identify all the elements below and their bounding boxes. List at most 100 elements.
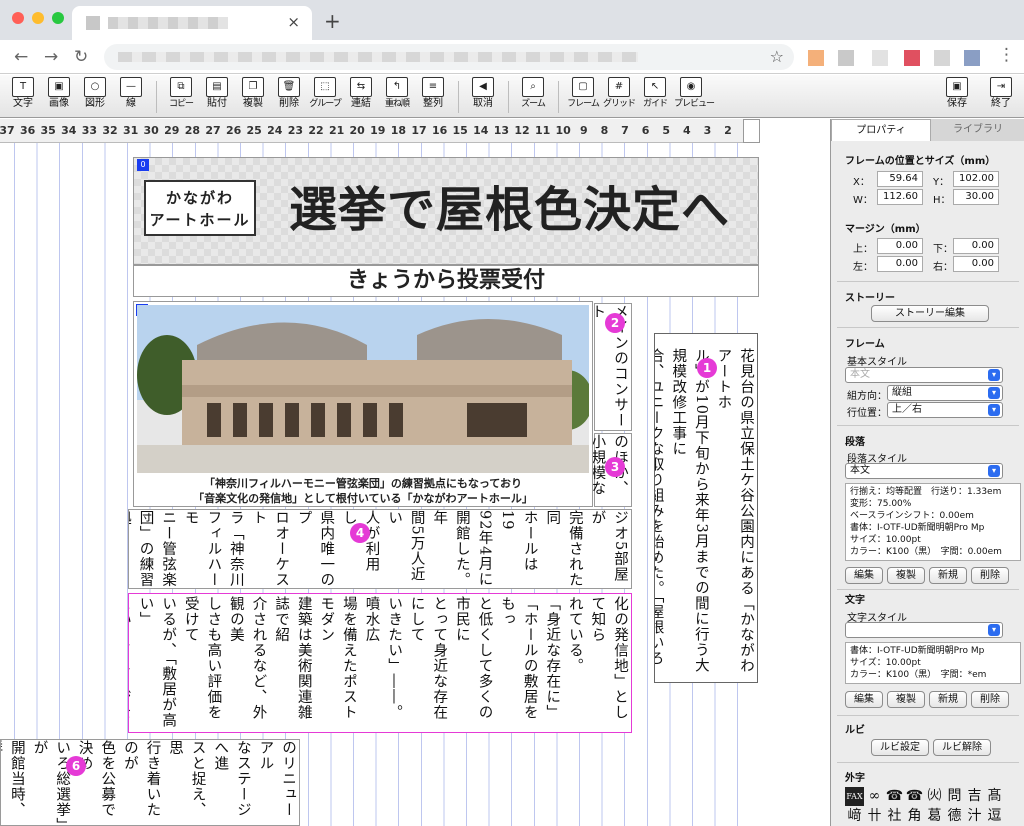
duplicate-icon: ❐ bbox=[242, 77, 264, 97]
h-input[interactable]: 30.00 bbox=[953, 189, 999, 205]
gaiji-character[interactable]: 﨑 bbox=[845, 807, 864, 826]
extension-icon[interactable] bbox=[904, 50, 920, 66]
gaiji-character[interactable]: 吉 bbox=[965, 787, 984, 806]
paragraph-new-button[interactable]: 新規 bbox=[929, 567, 967, 584]
paragraph-style-select[interactable]: 本文 ▾ bbox=[845, 463, 1003, 479]
extension-icon[interactable] bbox=[838, 50, 854, 66]
paragraph-edit-button[interactable]: 編集 bbox=[845, 567, 883, 584]
gaiji-character[interactable]: ㈫ bbox=[925, 787, 944, 806]
delete-button[interactable]: 🗑 削除 bbox=[272, 77, 306, 117]
grid-toggle-button[interactable]: # グリッド bbox=[602, 77, 636, 117]
cursor-icon: ↖ bbox=[644, 77, 666, 97]
margin-left-input[interactable]: 0.00 bbox=[877, 256, 923, 272]
paste-button[interactable]: ▤ 貼付 bbox=[200, 77, 234, 117]
save-button[interactable]: ▣ 保存 bbox=[940, 77, 974, 117]
close-tab-icon[interactable]: × bbox=[287, 13, 300, 31]
toolbar-divider bbox=[558, 81, 559, 113]
new-tab-button[interactable]: + bbox=[324, 9, 341, 33]
character-style-select[interactable]: ▾ bbox=[845, 622, 1003, 638]
exit-button[interactable]: ⇥ 終了 bbox=[984, 77, 1018, 117]
url-field[interactable]: ☆ bbox=[104, 44, 794, 70]
extension-icon[interactable] bbox=[872, 50, 888, 66]
preview-button[interactable]: ◉ プレビュー bbox=[674, 77, 715, 117]
frame-toggle-button[interactable]: ▢ フレーム bbox=[566, 77, 600, 117]
gaiji-character[interactable]: 問 bbox=[945, 787, 964, 806]
story-marker-6: 6 bbox=[66, 756, 86, 776]
line-position-select[interactable]: 上／右 ▾ bbox=[887, 402, 1003, 418]
gaiji-character[interactable]: 髙 bbox=[985, 787, 1004, 806]
margin-right-input[interactable]: 0.00 bbox=[953, 256, 999, 272]
group-icon: ⬚ bbox=[314, 77, 336, 97]
character-edit-button[interactable]: 編集 bbox=[845, 691, 883, 708]
character-duplicate-button[interactable]: 複製 bbox=[887, 691, 925, 708]
base-style-select[interactable]: 本文 ▾ bbox=[845, 367, 1003, 383]
back-icon[interactable]: ← bbox=[14, 47, 28, 67]
browser-tab[interactable]: × bbox=[72, 6, 312, 40]
subhead-frame[interactable]: きょうから投票受付 bbox=[133, 265, 759, 297]
ruby-clear-button[interactable]: ルビ解除 bbox=[933, 739, 991, 756]
frame-subsection: フレーム bbox=[845, 339, 885, 350]
ruler-tick-label: 3 bbox=[703, 124, 712, 137]
extension-icon[interactable] bbox=[808, 50, 824, 66]
story-frame-1[interactable]: 花見台の県立保土ケ谷公園内にある「かながわアートホ ル」が10月下旬から来年3月… bbox=[654, 333, 758, 683]
profile-avatar[interactable] bbox=[964, 50, 980, 66]
gaiji-character[interactable]: FAX bbox=[845, 787, 864, 806]
story-frame-4[interactable]: ジオ5部屋が 完備された同 ホールは19 92年4月に 開館した。年 間5万人近… bbox=[128, 509, 632, 589]
toolbar-divider bbox=[156, 81, 157, 113]
extension-icon[interactable] bbox=[934, 50, 950, 66]
gaiji-character[interactable]: 汁 bbox=[965, 807, 984, 826]
story-frame-5[interactable]: 化の発信地」として知ら れている。 「身近な存在に」 「ホールの敷居をもっ と低… bbox=[128, 593, 632, 733]
x-input[interactable]: 59.64 bbox=[877, 171, 923, 187]
shape-tool-button[interactable]: ○ 図形 bbox=[78, 77, 112, 117]
margin-bottom-input[interactable]: 0.00 bbox=[953, 238, 999, 254]
align-button[interactable]: ≡ 整列 bbox=[416, 77, 450, 117]
gaiji-character[interactable]: ☎ bbox=[885, 787, 904, 806]
tab-library[interactable]: ライブラリ bbox=[931, 119, 1024, 141]
line-tool-button[interactable]: — 線 bbox=[114, 77, 148, 117]
group-button[interactable]: ⬚ グループ bbox=[308, 77, 342, 117]
photo-frame[interactable]: 1 「神奈川フィルハーモニー管弦楽団」の bbox=[133, 301, 593, 507]
text-tool-button[interactable]: T 文字 bbox=[6, 77, 40, 117]
gaiji-character[interactable]: 德 bbox=[945, 807, 964, 826]
paragraph-duplicate-button[interactable]: 複製 bbox=[887, 567, 925, 584]
w-input[interactable]: 112.60 bbox=[877, 189, 923, 205]
story-section: ストーリー bbox=[845, 293, 895, 304]
zoom-button[interactable]: ⌕ ズーム bbox=[516, 77, 550, 117]
browser-menu-icon[interactable]: ⋮ bbox=[998, 45, 1015, 65]
ruler-corner bbox=[743, 119, 760, 143]
y-input[interactable]: 102.00 bbox=[953, 171, 999, 187]
ruby-set-button[interactable]: ルビ設定 bbox=[871, 739, 929, 756]
undo-button[interactable]: ◀ 取消 bbox=[466, 77, 500, 117]
gaiji-character[interactable]: 社 bbox=[885, 807, 904, 826]
guide-toggle-button[interactable]: ↖ ガイド bbox=[638, 77, 672, 117]
gaiji-character[interactable]: ∞ bbox=[865, 787, 884, 806]
bookmark-star-icon[interactable]: ☆ bbox=[770, 47, 784, 66]
story-edit-button[interactable]: ストーリー編集 bbox=[871, 305, 989, 322]
copy-button[interactable]: ⧉ コピー bbox=[164, 77, 198, 117]
tab-properties[interactable]: プロパティ bbox=[831, 119, 931, 141]
character-delete-button[interactable]: 削除 bbox=[971, 691, 1009, 708]
duplicate-button[interactable]: ❐ 複製 bbox=[236, 77, 270, 117]
maximize-window-button[interactable] bbox=[52, 12, 64, 24]
close-window-button[interactable] bbox=[12, 12, 24, 24]
story-6-text: のリニューアル なステージへ進 スと捉え、思 行き着いたのが 色を公募で決め い… bbox=[1, 740, 296, 826]
ruler-tick-label: 22 bbox=[308, 124, 324, 137]
story-frame-6[interactable]: のリニューアル なステージへ進 スと捉え、思 行き着いたのが 色を公募で決め い… bbox=[0, 739, 300, 826]
reload-icon[interactable]: ↻ bbox=[74, 47, 88, 67]
gaiji-character[interactable]: 角 bbox=[905, 807, 924, 826]
order-button[interactable]: ↰ 重ね順 bbox=[380, 77, 414, 117]
character-new-button[interactable]: 新規 bbox=[929, 691, 967, 708]
gaiji-character[interactable]: 逗 bbox=[985, 807, 1004, 826]
copy-icon: ⧉ bbox=[170, 77, 192, 97]
image-tool-button[interactable]: ▣ 画像 bbox=[42, 77, 76, 117]
gaiji-character[interactable]: ☎ bbox=[905, 787, 924, 806]
link-button[interactable]: ⇆ 連結 bbox=[344, 77, 378, 117]
margin-top-input[interactable]: 0.00 bbox=[877, 238, 923, 254]
paragraph-delete-button[interactable]: 削除 bbox=[971, 567, 1009, 584]
direction-select[interactable]: 縦組 ▾ bbox=[887, 385, 1003, 401]
minimize-window-button[interactable] bbox=[32, 12, 44, 24]
gaiji-character[interactable]: 葛 bbox=[925, 807, 944, 826]
forward-icon[interactable]: → bbox=[44, 47, 58, 67]
venue-logo-box[interactable]: かながわ アートホール bbox=[144, 180, 256, 236]
gaiji-character[interactable]: 卄 bbox=[865, 807, 884, 826]
